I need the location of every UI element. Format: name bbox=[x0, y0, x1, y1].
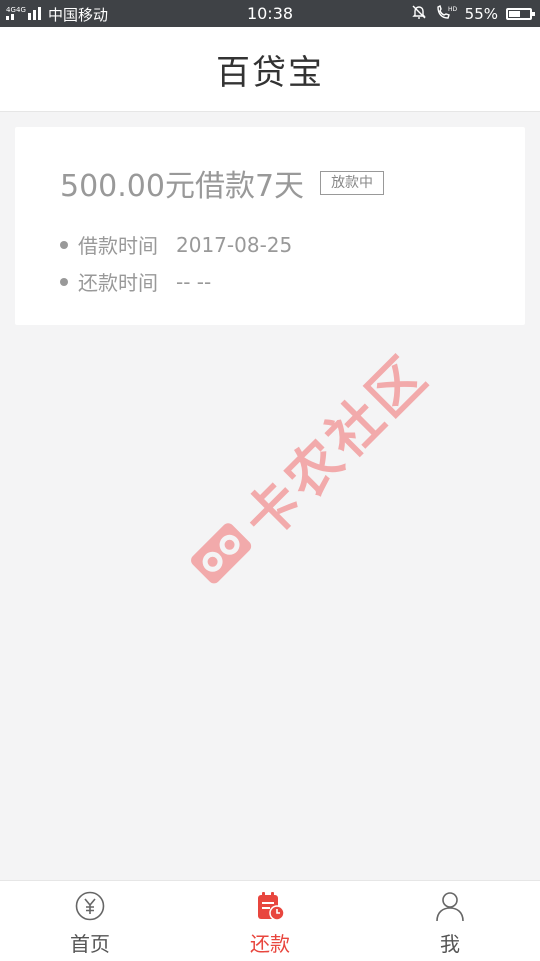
app-header: 百贷宝 bbox=[0, 27, 540, 112]
battery-percent: 55% bbox=[464, 5, 498, 23]
mute-bell-icon bbox=[411, 4, 427, 24]
bullet-icon bbox=[60, 240, 68, 249]
borrow-time-value: 2017-08-25 bbox=[176, 232, 293, 257]
page-title: 百贷宝 bbox=[216, 52, 324, 93]
status-bar: 4G 4G 中国移动 10:38 HD 55% bbox=[0, 0, 540, 27]
loan-title: 500.00元借款7天 bbox=[60, 169, 305, 204]
yen-circle-icon bbox=[74, 890, 106, 926]
repay-time-label: 还款时间 bbox=[78, 271, 158, 295]
repay-calendar-icon bbox=[254, 890, 286, 926]
tab-home[interactable]: 首页 bbox=[0, 881, 180, 961]
battery-fill bbox=[509, 11, 520, 17]
loan-status-badge: 放款中 bbox=[320, 171, 385, 195]
tab-me-label: 我 bbox=[440, 932, 460, 956]
borrow-time-label: 借款时间 bbox=[78, 234, 158, 258]
battery-icon bbox=[506, 8, 535, 20]
watermark: 卡农社区 bbox=[172, 334, 443, 605]
bottom-tab-bar: 首页 还款 我 bbox=[0, 880, 540, 961]
user-icon bbox=[434, 890, 466, 926]
bullet-icon bbox=[60, 277, 68, 286]
hd-call-icon: HD bbox=[435, 4, 457, 24]
tab-me[interactable]: 我 bbox=[360, 881, 540, 961]
tab-repay[interactable]: 还款 bbox=[180, 881, 360, 961]
watermark-text: 卡农社区 bbox=[231, 343, 441, 552]
loan-heading: 500.00元借款7天 放款中 bbox=[60, 161, 385, 205]
borrow-time-row: 借款时间 2017-08-25 bbox=[60, 230, 292, 259]
status-right: HD 55% bbox=[411, 4, 535, 24]
repay-time-row: 还款时间 -- -- bbox=[60, 267, 211, 296]
loan-card[interactable]: 500.00元借款7天 放款中 借款时间 2017-08-25 还款时间 -- … bbox=[15, 127, 525, 325]
tab-repay-label: 还款 bbox=[250, 932, 290, 956]
svg-text:HD: HD bbox=[448, 6, 457, 13]
repay-time-value: -- -- bbox=[176, 269, 212, 294]
tab-home-label: 首页 bbox=[70, 932, 110, 956]
